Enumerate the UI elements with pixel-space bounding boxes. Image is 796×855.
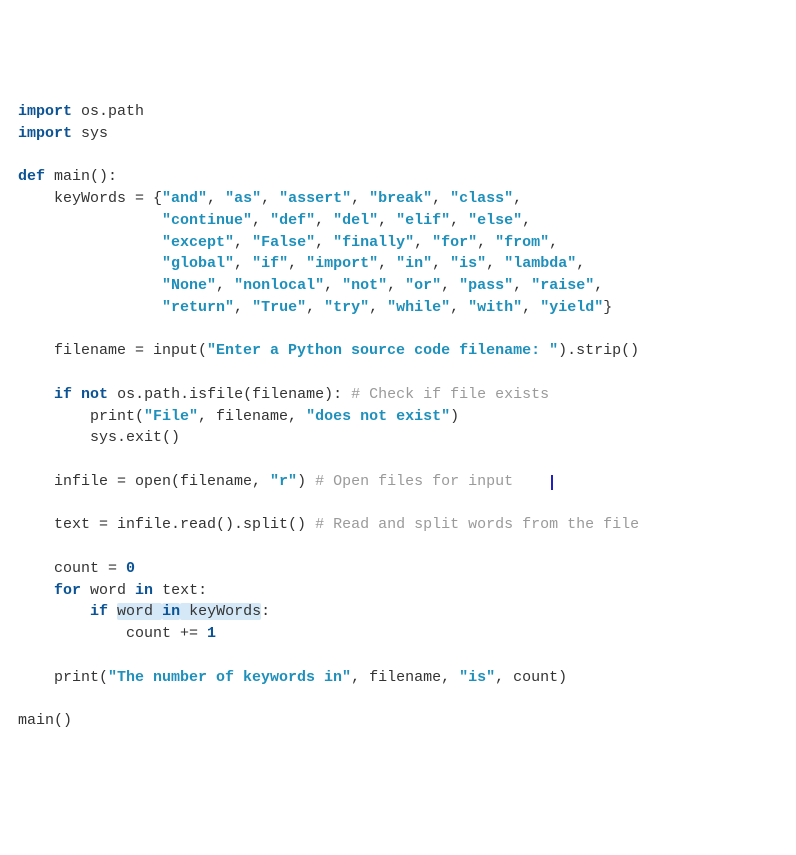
code-token: "r" — [270, 473, 297, 490]
code-token: "try" — [324, 299, 369, 316]
code-token: # Check if file exists — [351, 386, 549, 403]
code-token: "and" — [162, 190, 207, 207]
code-token: "def" — [270, 212, 315, 229]
code-token: "class" — [450, 190, 513, 207]
code-token: "pass" — [459, 277, 513, 294]
code-token: in — [162, 603, 180, 620]
code-token: "as" — [225, 190, 261, 207]
code-token: "del" — [333, 212, 378, 229]
code-block: import os.path import sys def main(): ke… — [18, 101, 778, 732]
code-token: if — [90, 603, 108, 620]
code-token: "from" — [495, 234, 549, 251]
code-token: "finally" — [333, 234, 414, 251]
code-token: "nonlocal" — [234, 277, 324, 294]
code-token: "import" — [306, 255, 378, 272]
code-token: "except" — [162, 234, 234, 251]
code-token: "break" — [369, 190, 432, 207]
code-token: "False" — [252, 234, 315, 251]
code-token: 1 — [207, 625, 216, 642]
code-token: "does not exist" — [306, 408, 450, 425]
code-token: "while" — [387, 299, 450, 316]
text-cursor — [551, 475, 554, 490]
code-token: "global" — [162, 255, 234, 272]
code-token: keyWords — [180, 603, 261, 620]
code-token: "The number of keywords in" — [108, 669, 351, 686]
code-token: "is" — [459, 669, 495, 686]
code-token: for — [54, 582, 81, 599]
code-token: "return" — [162, 299, 234, 316]
code-token: "is" — [450, 255, 486, 272]
code-token: # Read and split words from the file — [315, 516, 639, 533]
code-token: "with" — [468, 299, 522, 316]
code-token: "for" — [432, 234, 477, 251]
code-token: "Enter a Python source code filename: " — [207, 342, 558, 359]
code-token: "not" — [342, 277, 387, 294]
code-token: "assert" — [279, 190, 351, 207]
code-token: in — [135, 582, 153, 599]
code-token: if — [54, 386, 72, 403]
code-token: "None" — [162, 277, 216, 294]
code-token: word — [117, 603, 162, 620]
code-token: "raise" — [531, 277, 594, 294]
code-token: "continue" — [162, 212, 252, 229]
code-token: "or" — [405, 277, 441, 294]
code-token: import — [18, 125, 72, 142]
code-token: "in" — [396, 255, 432, 272]
code-token: "elif" — [396, 212, 450, 229]
code-token: "True" — [252, 299, 306, 316]
code-token: "File" — [144, 408, 198, 425]
code-token: def — [18, 168, 45, 185]
code-token: "lambda" — [504, 255, 576, 272]
code-token: "yield" — [540, 299, 603, 316]
code-token: # Open files for input — [315, 473, 513, 490]
code-token: not — [81, 386, 108, 403]
code-token: "else" — [468, 212, 522, 229]
code-token: 0 — [126, 560, 135, 577]
code-token: "if" — [252, 255, 288, 272]
code-token: import — [18, 103, 72, 120]
